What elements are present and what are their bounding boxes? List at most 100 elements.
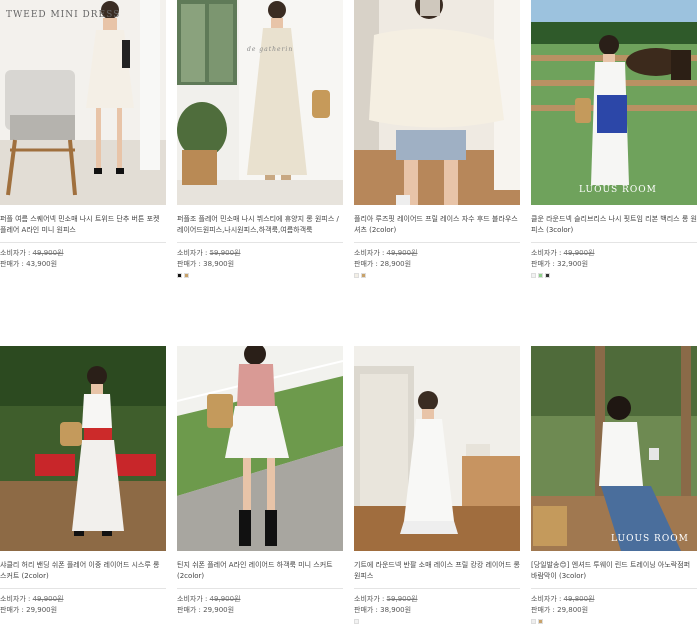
divider bbox=[0, 242, 166, 243]
consumer-price-label: 소비자가 : bbox=[0, 249, 33, 257]
consumer-price: 49,900원 bbox=[32, 249, 64, 257]
color-swatches bbox=[354, 273, 520, 279]
product-photo[interactable] bbox=[354, 0, 520, 205]
color-swatches bbox=[177, 619, 343, 625]
sale-price: 29,800원 bbox=[557, 606, 589, 614]
product-photo[interactable] bbox=[177, 346, 343, 551]
color-swatch bbox=[177, 273, 182, 278]
divider bbox=[177, 242, 343, 243]
color-swatch bbox=[531, 619, 536, 624]
consumer-price-row: 소비자가 : 49,900원 bbox=[531, 248, 697, 259]
color-swatch bbox=[354, 273, 359, 278]
divider bbox=[531, 242, 697, 243]
color-swatch bbox=[545, 273, 550, 278]
consumer-price-row: 소비자가 : 49,900원 bbox=[354, 248, 520, 259]
product-name[interactable]: 기트에 라운드넥 반팔 소매 레이스 프릴 캉캉 레이어드 롱 원피스 bbox=[354, 560, 520, 582]
consumer-price-label: 소비자가 : bbox=[354, 595, 387, 603]
sale-price: 38,900원 bbox=[203, 260, 235, 268]
divider bbox=[354, 242, 520, 243]
sale-price-label: 판매가 : bbox=[177, 606, 204, 614]
color-swatch bbox=[184, 273, 189, 278]
sale-price-row: 판매가 : 29,900원 bbox=[177, 605, 343, 616]
consumer-price-label: 소비자가 : bbox=[0, 595, 33, 603]
color-swatch bbox=[531, 273, 536, 278]
sale-price: 43,900원 bbox=[26, 260, 58, 268]
product-name[interactable]: 퍼플조 플레어 민소매 나시 뷔스티에 휴양지 롱 원피스 / 레이어드원피스,… bbox=[177, 214, 343, 236]
consumer-price-row: 소비자가 : 59,900원 bbox=[177, 248, 343, 259]
product-photo[interactable]: LUOUS ROOM bbox=[531, 346, 697, 551]
sale-price-row: 판매가 : 38,900원 bbox=[354, 605, 520, 616]
color-swatches bbox=[0, 273, 166, 279]
sale-price: 38,900원 bbox=[380, 606, 412, 614]
color-swatches bbox=[0, 619, 166, 625]
product-card[interactable]: 틴지 쉬폰 플레어 A라인 레이어드 하객룩 미니 스커트 (2color) 소… bbox=[177, 346, 343, 625]
divider bbox=[177, 588, 343, 589]
sale-price: 32,900원 bbox=[557, 260, 589, 268]
consumer-price: 59,900원 bbox=[386, 595, 418, 603]
sale-price: 29,900원 bbox=[203, 606, 235, 614]
consumer-price: 49,900원 bbox=[563, 249, 595, 257]
sale-price-row: 판매가 : 29,800원 bbox=[531, 605, 697, 616]
product-card[interactable]: TWEED MINI DRESS 퍼플 여름 스퀘어넥 민소매 나시 트위드 단… bbox=[0, 0, 166, 279]
product-photo[interactable]: TWEED MINI DRESS bbox=[0, 0, 166, 205]
consumer-price-label: 소비자가 : bbox=[354, 249, 387, 257]
product-name[interactable]: [당일발송😊] 엔셔드 투웨이 린드 트레이닝 아노락점퍼 바람막이 (3col… bbox=[531, 560, 697, 582]
sale-price-label: 판매가 : bbox=[0, 606, 27, 614]
sale-price-label: 판매가 : bbox=[531, 606, 558, 614]
sale-price: 28,900원 bbox=[380, 260, 412, 268]
product-name[interactable]: 퍼플 여름 스퀘어넥 민소매 나시 트위드 단추 버튼 포켓 플레어 A라인 미… bbox=[0, 214, 166, 236]
sale-price-label: 판매가 : bbox=[354, 606, 381, 614]
consumer-price-row: 소비자가 : 49,900원 bbox=[0, 248, 166, 259]
product-name[interactable]: 틴지 쉬폰 플레어 A라인 레이어드 하객룩 미니 스커트 (2color) bbox=[177, 560, 343, 582]
sale-price-label: 판매가 : bbox=[0, 260, 27, 268]
product-card[interactable]: de gatherin 퍼플조 플레어 민소매 나시 뷔스티에 휴양지 롱 원피… bbox=[177, 0, 343, 279]
product-grid: TWEED MINI DRESS 퍼플 여름 스퀘어넥 민소매 나시 트위드 단… bbox=[0, 0, 700, 625]
product-photo[interactable] bbox=[354, 346, 520, 551]
color-swatch bbox=[538, 273, 543, 278]
consumer-price: 49,900원 bbox=[386, 249, 418, 257]
consumer-price-row: 소비자가 : 49,900원 bbox=[177, 594, 343, 605]
product-card[interactable]: 샤클리 허리 밴딩 쉬폰 플레어 이중 레이어드 시스루 롱 스커트 (2col… bbox=[0, 346, 166, 625]
sale-price-row: 판매가 : 29,900원 bbox=[0, 605, 166, 616]
color-swatches bbox=[531, 619, 697, 625]
consumer-price: 49,800원 bbox=[563, 595, 595, 603]
product-name[interactable]: 클운 라운드넥 슬리브리스 나시 핏트임 리본 백리스 롱 원피스 (3colo… bbox=[531, 214, 697, 236]
consumer-price-label: 소비자가 : bbox=[177, 595, 210, 603]
sale-price-row: 판매가 : 28,900원 bbox=[354, 259, 520, 270]
product-card[interactable]: 플리아 루즈핏 레이어드 프릴 레이스 자수 후드 블라우스 셔츠 (2colo… bbox=[354, 0, 520, 279]
consumer-price: 59,900원 bbox=[209, 249, 241, 257]
divider bbox=[0, 588, 166, 589]
product-name[interactable]: 샤클리 허리 밴딩 쉬폰 플레어 이중 레이어드 시스루 롱 스커트 (2col… bbox=[0, 560, 166, 582]
sale-price-row: 판매가 : 43,900원 bbox=[0, 259, 166, 270]
photo-watermark: LUOUS ROOM bbox=[579, 185, 657, 195]
consumer-price-label: 소비자가 : bbox=[531, 595, 564, 603]
product-photo[interactable]: de gatherin bbox=[177, 0, 343, 205]
color-swatches bbox=[531, 273, 697, 279]
product-card[interactable]: LUOUS ROOM 클운 라운드넥 슬리브리스 나시 핏트임 리본 백리스 롱… bbox=[531, 0, 697, 279]
color-swatches bbox=[177, 273, 343, 279]
product-card[interactable]: 기트에 라운드넥 반팔 소매 레이스 프릴 캉캉 레이어드 롱 원피스 소비자가… bbox=[354, 346, 520, 625]
product-photo[interactable] bbox=[0, 346, 166, 551]
consumer-price-label: 소비자가 : bbox=[531, 249, 564, 257]
consumer-price-row: 소비자가 : 49,900원 bbox=[0, 594, 166, 605]
sale-price-label: 판매가 : bbox=[531, 260, 558, 268]
color-swatches bbox=[354, 619, 520, 625]
sale-price-row: 판매가 : 32,900원 bbox=[531, 259, 697, 270]
divider bbox=[531, 588, 697, 589]
consumer-price-label: 소비자가 : bbox=[177, 249, 210, 257]
photo-caption: TWEED MINI DRESS bbox=[6, 10, 121, 20]
product-photo[interactable]: LUOUS ROOM bbox=[531, 0, 697, 205]
divider bbox=[354, 588, 520, 589]
color-swatch bbox=[354, 619, 359, 624]
consumer-price-row: 소비자가 : 49,800원 bbox=[531, 594, 697, 605]
consumer-price: 49,900원 bbox=[209, 595, 241, 603]
sale-price-label: 판매가 : bbox=[177, 260, 204, 268]
photo-watermark: LUOUS ROOM bbox=[611, 534, 689, 544]
consumer-price: 49,900원 bbox=[32, 595, 64, 603]
consumer-price-row: 소비자가 : 59,900원 bbox=[354, 594, 520, 605]
product-name[interactable]: 플리아 루즈핏 레이어드 프릴 레이스 자수 후드 블라우스 셔츠 (2colo… bbox=[354, 214, 520, 236]
photo-caption: de gatherin bbox=[247, 46, 294, 53]
product-card[interactable]: LUOUS ROOM [당일발송😊] 엔셔드 투웨이 린드 트레이닝 아노락점퍼… bbox=[531, 346, 697, 625]
sale-price-label: 판매가 : bbox=[354, 260, 381, 268]
color-swatch bbox=[538, 619, 543, 624]
